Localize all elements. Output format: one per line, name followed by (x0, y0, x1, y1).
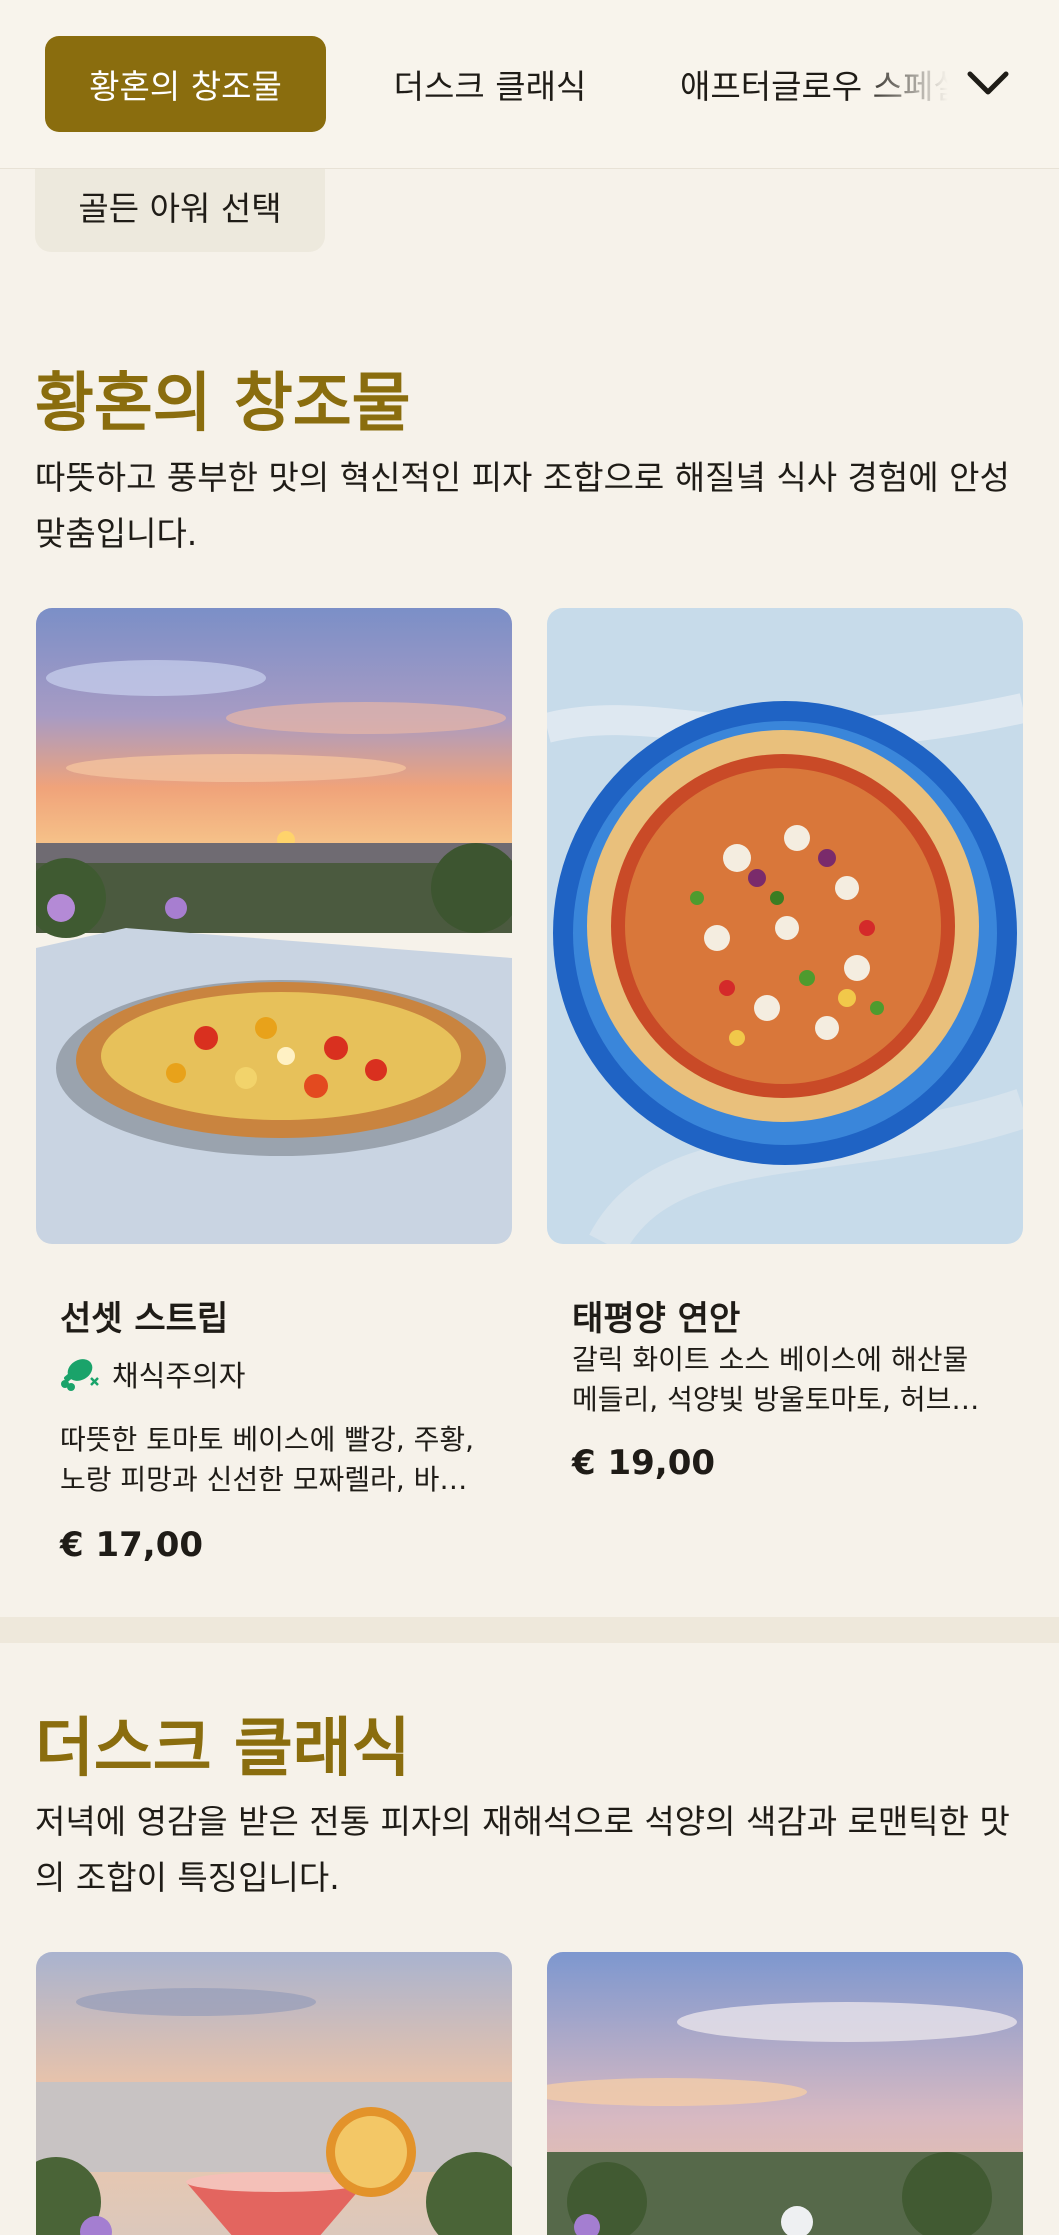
item-name[interactable]: 선셋 스트립 (60, 1291, 228, 1340)
pizza-image-pacific-coast[interactable] (547, 608, 1023, 1244)
tab-overflow-fade (860, 36, 970, 132)
item-name[interactable]: 태평양 연안 (572, 1291, 740, 1340)
pizza-image-dusk-classic-2[interactable] (547, 1952, 1023, 2235)
section-description: 저녁에 영감을 받은 전통 피자의 재해석으로 석양의 색감과 로맨틱한 맛의 … (35, 1802, 1010, 1897)
item-description: 갈릭 화이트 소스 베이스에 해산물 메들리, 석양빛 방울토마토, 허브를 곁… (572, 1343, 978, 1416)
section-title: 더스크 클래식 (35, 1712, 411, 1786)
section-title: 황혼의 창조물 (35, 367, 411, 441)
subtab-golden-hour[interactable]: 골든 아워 선택 (35, 160, 325, 252)
item-price: € 19,00 (572, 1443, 716, 1483)
item-description: 따뜻한 토마토 베이스에 빨강, 주황, 노랑 피망과 신선한 모짜렐라, 바질… (60, 1423, 475, 1496)
pizza-image-dusk-classic-1[interactable] (36, 1952, 512, 2235)
pizza-image-sunset-strip[interactable] (36, 608, 512, 1244)
chevron-down-icon[interactable] (960, 55, 1016, 111)
vegetarian-drumstick-icon (61, 1359, 99, 1391)
tab-twilight-creations[interactable]: 황혼의 창조물 (45, 36, 326, 132)
dietary-tag-label: 채식주의자 (112, 1359, 246, 1393)
dietary-tag: 채식주의자 (60, 1353, 245, 1395)
item-price: € 17,00 (60, 1525, 204, 1565)
tab-dusk-classics[interactable]: 더스크 클래식 (370, 36, 610, 132)
section-description: 따뜻하고 풍부한 맛의 혁신적인 피자 조합으로 해질녘 식사 경험에 안성맞춤… (35, 458, 1010, 553)
section-divider (0, 1617, 1059, 1643)
category-nav: 황혼의 창조물 더스크 클래식 애프터글로우 스페셜 (0, 0, 1059, 169)
